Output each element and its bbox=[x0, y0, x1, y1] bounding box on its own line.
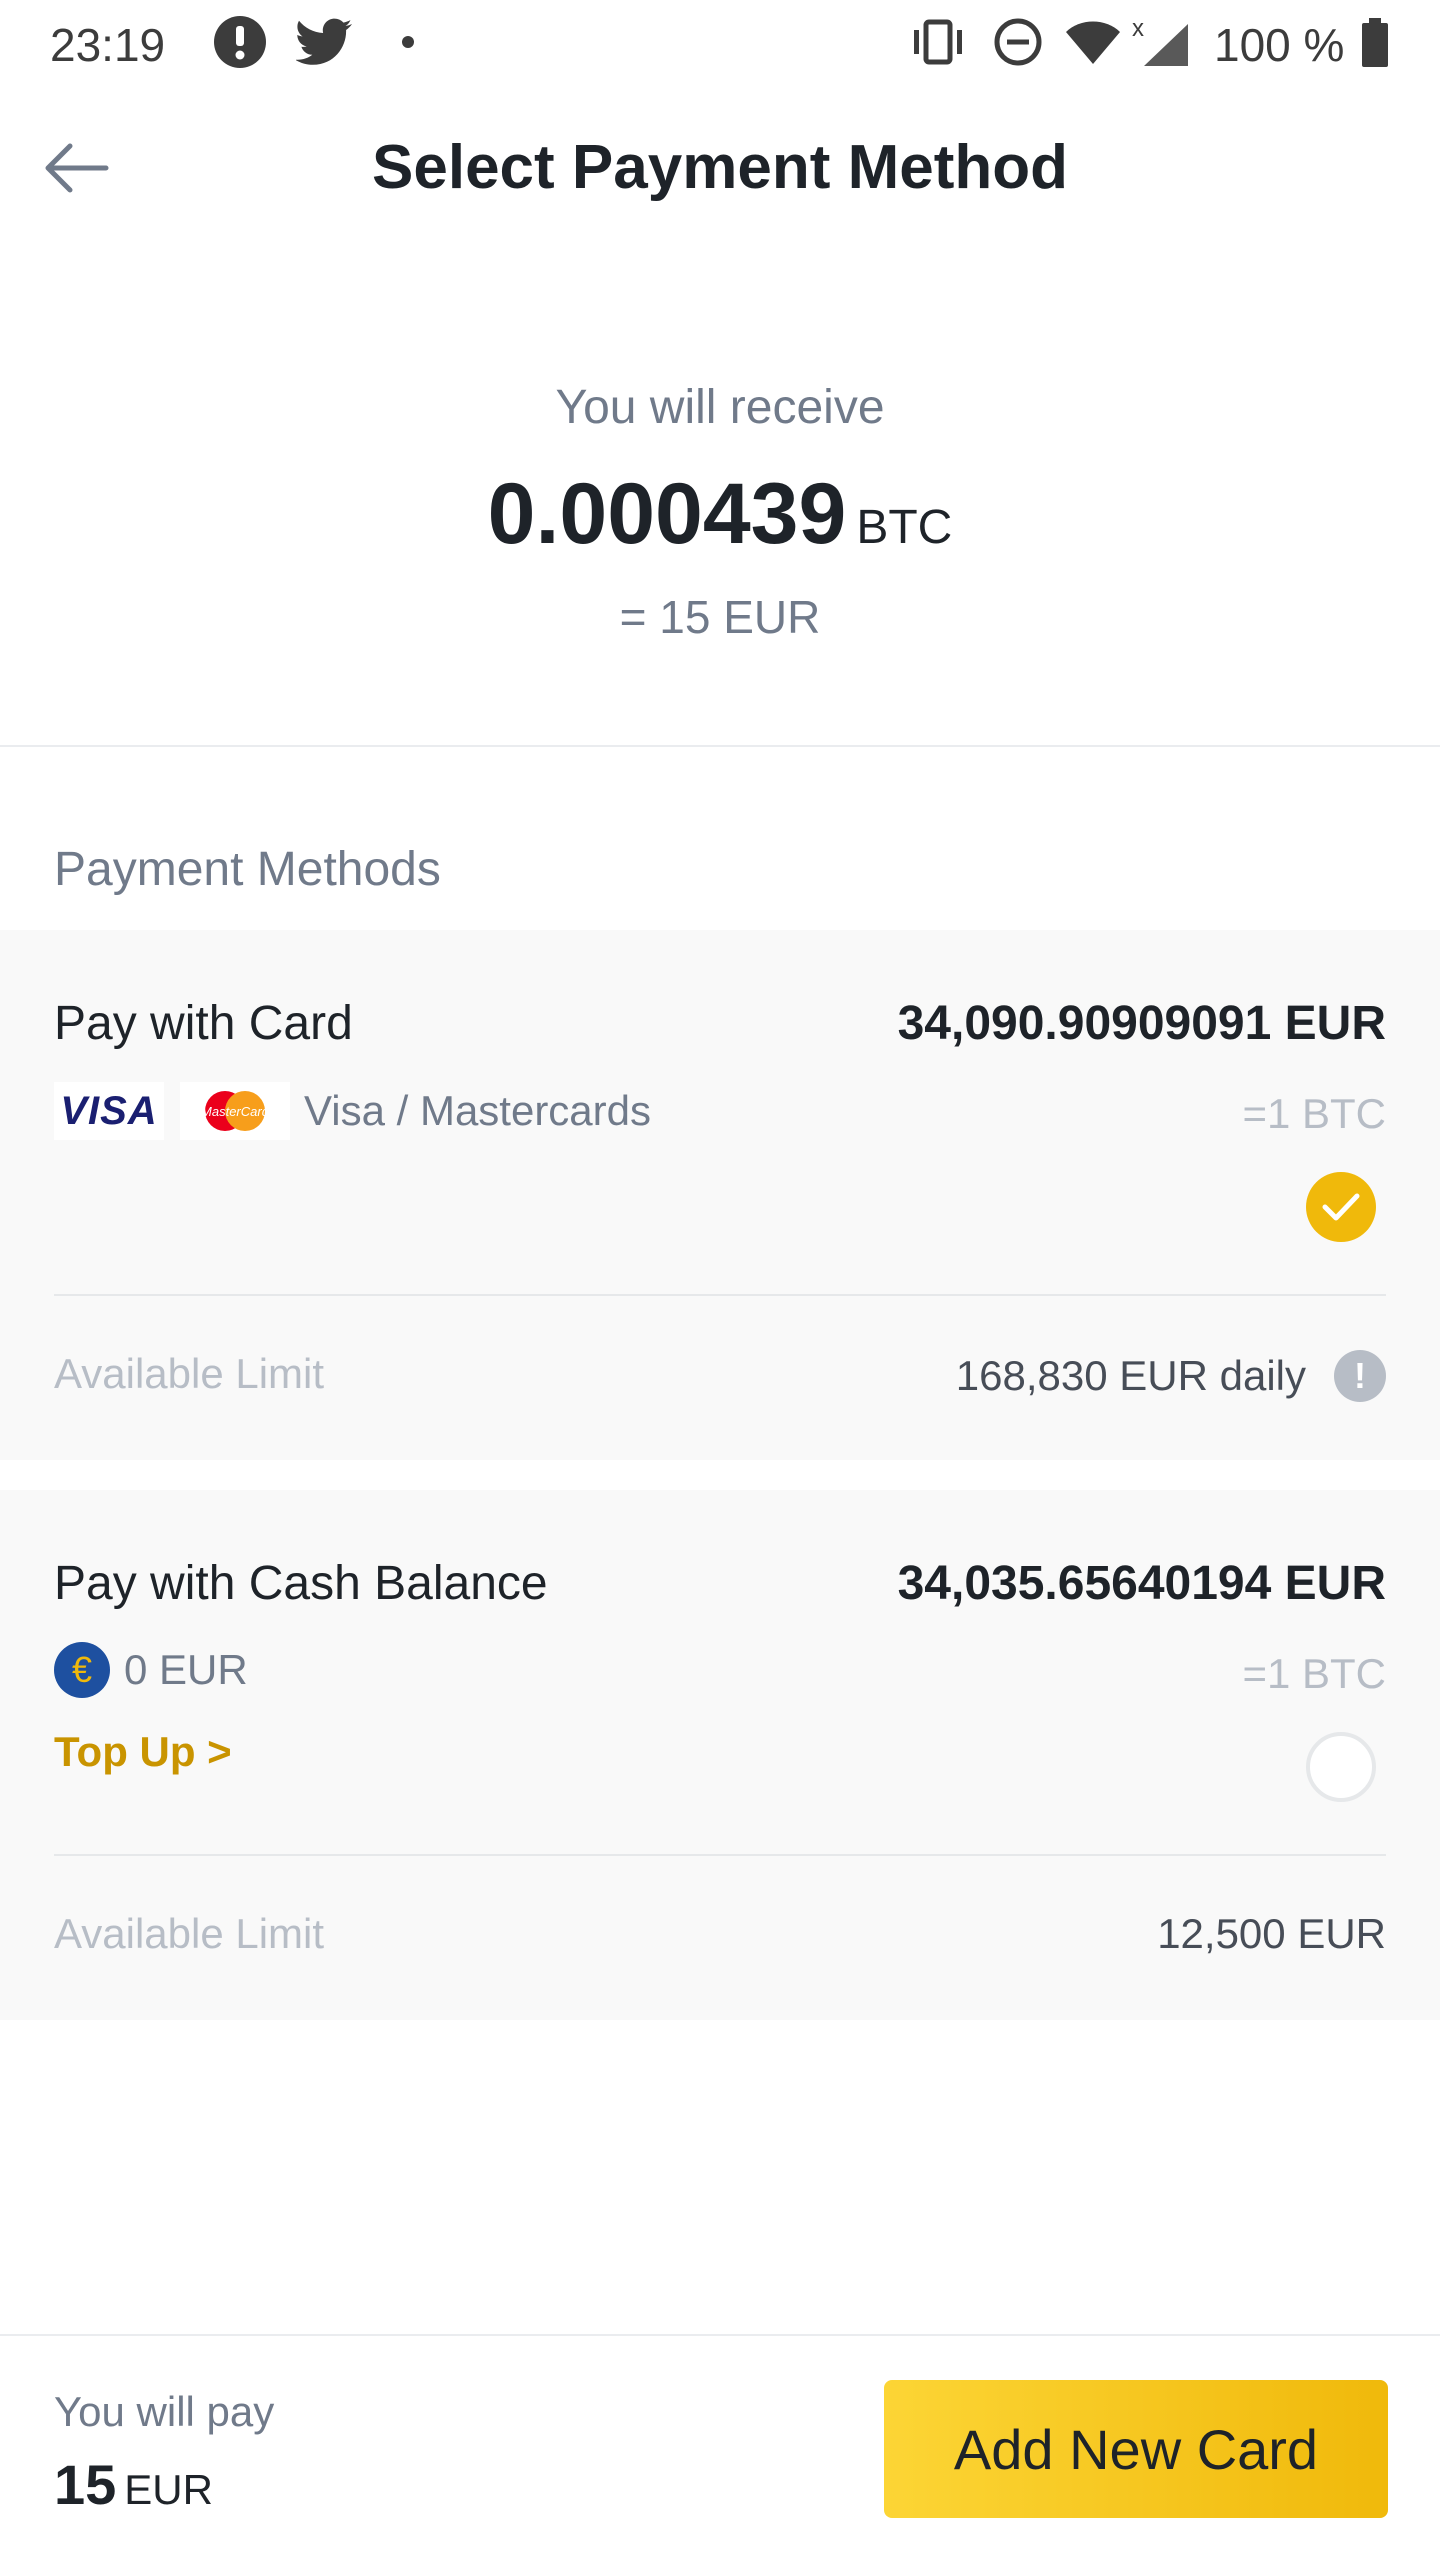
pay-label: You will pay bbox=[54, 2388, 275, 2435]
balance-value: 0 EUR bbox=[124, 1646, 248, 1693]
euro-icon: € bbox=[54, 1642, 110, 1698]
svg-text:MasterCard: MasterCard bbox=[201, 1104, 270, 1119]
pay-unit: EUR bbox=[124, 2466, 213, 2513]
app-header: Select Payment Method bbox=[0, 110, 1440, 220]
section-label: Payment Methods bbox=[54, 843, 441, 896]
pay-amount: 15 bbox=[54, 2453, 117, 2516]
radio-unselected[interactable] bbox=[1306, 1732, 1376, 1802]
signal-icon: x bbox=[1132, 15, 1188, 66]
divider bbox=[0, 745, 1440, 747]
option-rate: =1 BTC bbox=[1242, 1650, 1386, 1697]
radio-selected[interactable] bbox=[1306, 1172, 1376, 1242]
dot-icon bbox=[402, 36, 414, 48]
limit-value: 12,500 EUR bbox=[1157, 1910, 1386, 1957]
option-title: Pay with Cash Balance bbox=[54, 1557, 548, 1610]
option-rate: =1 BTC bbox=[1242, 1090, 1386, 1137]
option-subtitle: Visa / Mastercards bbox=[304, 1087, 652, 1134]
info-icon[interactable]: ! bbox=[1334, 1350, 1386, 1402]
wifi-icon bbox=[1066, 21, 1120, 64]
vibrate-icon bbox=[914, 19, 962, 65]
info-icon bbox=[214, 16, 266, 68]
card-brands: VISA MasterCard Visa / Mastercards bbox=[54, 1082, 651, 1140]
option-price: 34,035.65640194 EUR bbox=[897, 1557, 1386, 1610]
status-time: 23:19 bbox=[50, 19, 166, 71]
divider bbox=[0, 2334, 1440, 2336]
page-title: Select Payment Method bbox=[372, 133, 1068, 202]
svg-text:x: x bbox=[1132, 15, 1144, 42]
twitter-icon bbox=[296, 18, 352, 65]
receive-amount: 0.000439 bbox=[487, 466, 847, 562]
visa-logo: VISA bbox=[54, 1082, 164, 1140]
receive-amount-row: 0.000439 BTC bbox=[0, 465, 1440, 564]
cash-balance: € 0 EUR bbox=[54, 1642, 248, 1698]
payment-option-card[interactable]: Pay with Card 34,090.90909091 EUR VISA M… bbox=[0, 930, 1440, 1460]
receive-label: You will receive bbox=[555, 381, 885, 434]
mastercard-logo: MasterCard bbox=[180, 1082, 290, 1140]
receive-unit: BTC bbox=[856, 501, 953, 554]
status-bar: 23:19 x 100 % bbox=[0, 0, 1440, 86]
divider bbox=[54, 1294, 1386, 1296]
battery-icon bbox=[1362, 18, 1388, 67]
limit-label: Available Limit bbox=[54, 1910, 325, 1957]
option-title: Pay with Card bbox=[54, 997, 353, 1050]
limit-value-row: 168,830 EUR daily ! bbox=[956, 1350, 1386, 1402]
option-price: 34,090.90909091 EUR bbox=[897, 997, 1386, 1050]
payment-option-cash[interactable]: Pay with Cash Balance 34,035.65640194 EU… bbox=[0, 1490, 1440, 2020]
check-icon bbox=[1322, 1193, 1360, 1221]
battery-percent: 100 % bbox=[1214, 19, 1345, 71]
add-new-card-button[interactable]: Add New Card bbox=[884, 2380, 1388, 2518]
limit-value-row: 12,500 EUR bbox=[1157, 1910, 1386, 1958]
top-up-link[interactable]: Top Up > bbox=[54, 1728, 232, 1776]
pay-amount-row: 15 EUR bbox=[54, 2452, 213, 2517]
limit-value: 168,830 EUR daily bbox=[955, 1352, 1306, 1399]
divider bbox=[54, 1854, 1386, 1856]
limit-label: Available Limit bbox=[54, 1350, 325, 1397]
receive-summary: You will receive 0.000439 BTC = 15 EUR bbox=[0, 380, 1440, 644]
receive-fiat: = 15 EUR bbox=[619, 591, 821, 643]
dnd-icon bbox=[994, 18, 1042, 66]
